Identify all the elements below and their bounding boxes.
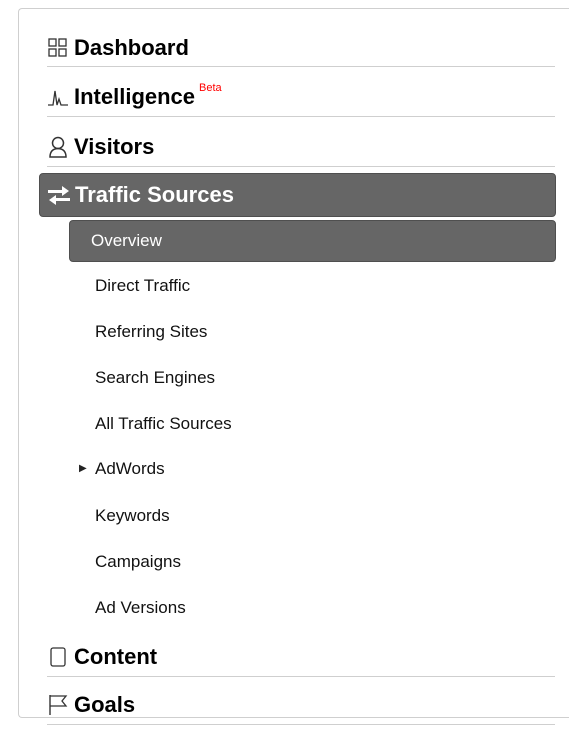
dashboard-grid-icon [47,37,69,59]
nav-goals[interactable]: Goals [47,685,555,725]
content-page-icon [47,646,69,668]
subnav-campaigns[interactable]: Campaigns [95,550,181,574]
subnav-overview[interactable]: Overview [69,220,556,262]
subnav-direct-traffic[interactable]: Direct Traffic [95,274,190,298]
goals-flag-icon [47,694,69,716]
nav-dashboard-label: Dashboard [74,34,189,60]
subnav-search-engines[interactable]: Search Engines [95,366,215,390]
subnav-referring-sites[interactable]: Referring Sites [95,320,207,344]
nav-intelligence[interactable]: Intelligence Beta [47,77,555,117]
nav-traffic-sources-label: Traffic Sources [75,182,234,207]
traffic-sources-arrows-icon [47,184,71,206]
visitors-person-icon [47,136,69,158]
subnav-keywords[interactable]: Keywords [95,504,170,528]
subnav-overview-label: Overview [91,231,162,250]
nav-visitors[interactable]: Visitors [47,127,555,167]
nav-traffic-sources[interactable]: Traffic Sources [39,173,556,217]
subnav-adwords[interactable]: AdWords [95,457,165,481]
intelligence-chart-icon [47,86,69,108]
nav-visitors-label: Visitors [74,133,155,159]
sidebar-nav: Dashboard Intelligence Beta Visitors Tra… [0,0,569,739]
subnav-all-traffic-sources[interactable]: All Traffic Sources [95,412,232,436]
expand-triangle-icon[interactable]: ▶ [79,457,87,481]
nav-dashboard[interactable]: Dashboard [47,29,555,67]
nav-goals-label: Goals [74,691,136,717]
nav-content-label: Content [74,643,158,669]
nav-intelligence-label: Intelligence [74,83,196,109]
subnav-ad-versions[interactable]: Ad Versions [95,596,186,620]
nav-content[interactable]: Content [47,637,555,677]
beta-badge: Beta [199,82,222,94]
